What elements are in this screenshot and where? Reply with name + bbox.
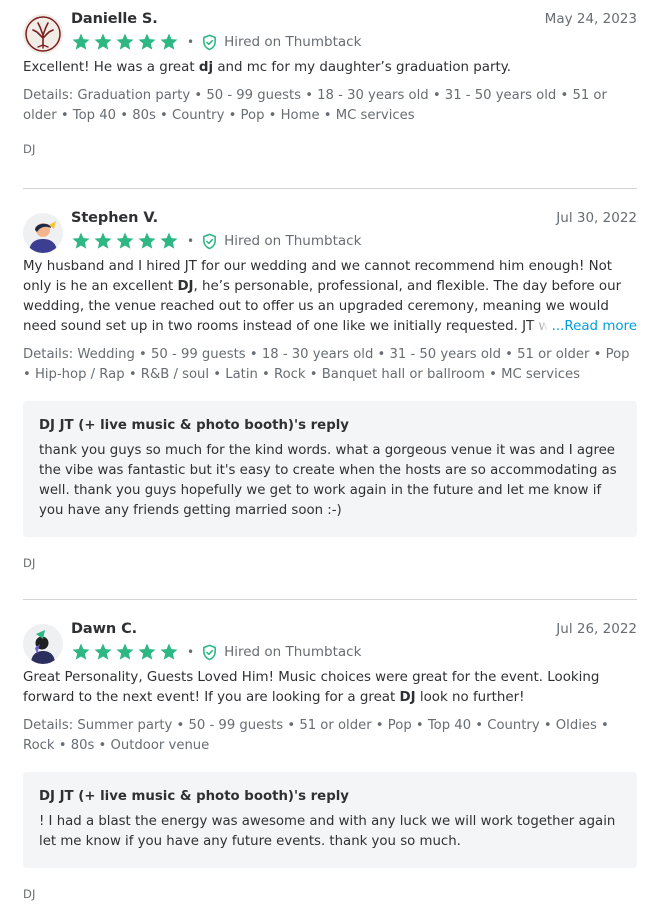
read-more-link[interactable]: ...Read more <box>529 317 637 337</box>
reply-text: ! I had a blast the energy was awesome a… <box>39 814 616 849</box>
star-icon <box>116 232 134 249</box>
star-icon <box>94 643 112 660</box>
hired-on-thumbtack-label: Hired on Thumbtack <box>224 644 362 660</box>
star-icon <box>138 232 156 249</box>
review-text: Excellent! He was a great dj and mc for … <box>23 58 637 78</box>
star-icon <box>116 643 134 660</box>
reviewer-name: Dawn C. <box>71 621 138 637</box>
review-text: Great Personality, Guests Loved Him! Mus… <box>23 668 637 708</box>
rating-row: • Hired on Thumbtack <box>71 32 361 52</box>
star-rating <box>71 32 179 52</box>
separator-dot: • <box>187 234 195 248</box>
review-date: Jul 30, 2022 <box>556 210 637 226</box>
reviewer-name: Stephen V. <box>71 210 158 226</box>
star-icon <box>138 643 156 660</box>
star-icon <box>116 33 134 50</box>
review-details: Details: Summer party • 50 - 99 guests •… <box>23 718 609 753</box>
star-rating <box>71 642 179 662</box>
review-text-highlight: DJ <box>177 279 194 294</box>
review-text-part: look no further! <box>415 690 525 705</box>
review-text-highlight: dj <box>198 60 214 75</box>
reply-title: DJ JT (+ live music & photo booth)'s rep… <box>39 418 349 433</box>
star-icon <box>72 33 90 50</box>
tree-logo-avatar <box>23 14 63 54</box>
reviews-list: Danielle S. May 24, 2023 • Hired on Thum… <box>0 0 663 917</box>
person-avatar <box>23 213 63 253</box>
person-avatar-icon <box>23 213 63 253</box>
tree-logo-icon <box>23 14 63 54</box>
star-icon <box>72 643 90 660</box>
separator-dot: • <box>187 645 195 659</box>
review-card: Stephen V. Jul 30, 2022 • Hired on Thumb… <box>23 210 637 570</box>
review-header: Stephen V. Jul 30, 2022 • Hired on Thumb… <box>23 210 637 257</box>
reply-title: DJ JT (+ live music & photo booth)'s rep… <box>39 789 349 804</box>
star-icon <box>72 232 90 249</box>
review-details: Details: Wedding • 50 - 99 guests • 18 -… <box>23 347 630 382</box>
pro-reply: DJ JT (+ live music & photo booth)'s rep… <box>23 772 637 868</box>
review-divider <box>23 599 637 600</box>
star-rating <box>71 231 179 251</box>
star-icon <box>138 33 156 50</box>
review-card: Dawn C. Jul 26, 2022 • Hired on Thumbtac… <box>23 621 637 901</box>
review-text-part: and mc for my daughter’s graduation part… <box>213 60 512 75</box>
review-text-clamped: My husband and I hired JT for our weddin… <box>23 257 637 337</box>
verified-shield-icon <box>203 233 217 249</box>
review-date: May 24, 2023 <box>544 11 637 27</box>
service-tag: DJ <box>23 887 36 901</box>
star-icon <box>160 232 178 249</box>
review-text-part: Excellent! He was a great <box>23 60 199 75</box>
person-avatar <box>23 624 63 664</box>
review-header: Danielle S. May 24, 2023 • Hired on Thum… <box>23 11 637 58</box>
service-tag: DJ <box>23 142 36 156</box>
review-header: Dawn C. Jul 26, 2022 • Hired on Thumbtac… <box>23 621 637 668</box>
verified-shield-icon <box>203 644 217 660</box>
star-icon <box>160 643 178 660</box>
review-divider <box>23 188 637 189</box>
star-icon <box>94 33 112 50</box>
reply-text: thank you guys so much for the kind word… <box>39 443 617 518</box>
verified-shield-icon <box>203 34 217 50</box>
star-icon <box>94 232 112 249</box>
pro-reply: DJ JT (+ live music & photo booth)'s rep… <box>23 401 637 537</box>
star-icon <box>160 33 178 50</box>
service-tag: DJ <box>23 556 36 570</box>
review-date: Jul 26, 2022 <box>556 621 637 637</box>
review-details: Details: Graduation party • 50 - 99 gues… <box>23 88 607 123</box>
hired-on-thumbtack-label: Hired on Thumbtack <box>224 34 362 50</box>
review-text-highlight: DJ <box>399 690 416 705</box>
rating-row: • Hired on Thumbtack <box>71 642 361 662</box>
hired-on-thumbtack-label: Hired on Thumbtack <box>224 233 362 249</box>
rating-row: • Hired on Thumbtack <box>71 231 361 251</box>
person-avatar-icon <box>23 624 63 664</box>
separator-dot: • <box>187 35 195 49</box>
reviewer-name: Danielle S. <box>71 11 158 27</box>
review-card: Danielle S. May 24, 2023 • Hired on Thum… <box>23 11 637 156</box>
